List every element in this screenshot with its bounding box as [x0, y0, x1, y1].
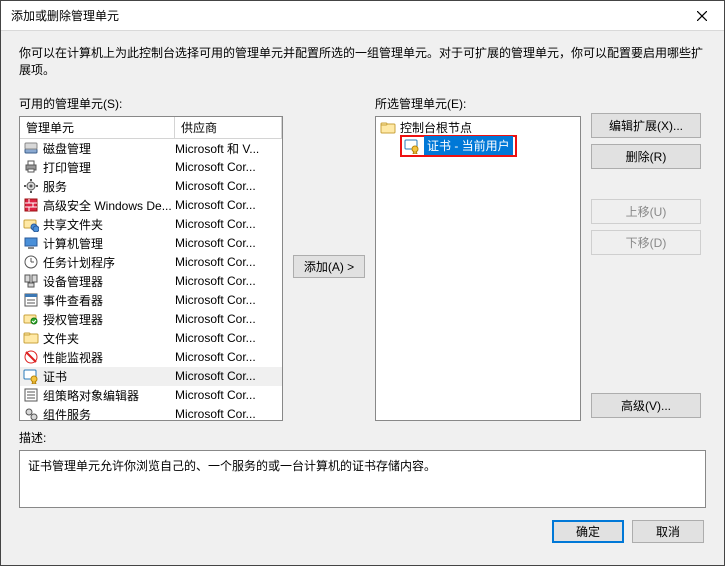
listbox-header[interactable]: 管理单元 供应商 — [20, 117, 282, 139]
selected-listbox[interactable]: 控制台根节点 证书 - 当前用户 — [375, 116, 581, 421]
intro-text: 你可以在计算机上为此控制台选择可用的管理单元并配置所选的一组管理单元。对于可扩展… — [19, 45, 706, 79]
item-vendor: Microsoft Cor... — [175, 274, 282, 288]
item-vendor: Microsoft Cor... — [175, 160, 282, 174]
window-title: 添加或删除管理单元 — [1, 7, 679, 24]
item-name: 文件夹 — [43, 330, 79, 347]
ok-button[interactable]: 确定 — [552, 520, 624, 543]
item-name: 高级安全 Windows De... — [43, 197, 172, 214]
item-name: 性能监视器 — [43, 349, 103, 366]
item-vendor: Microsoft 和 V... — [175, 140, 282, 157]
item-vendor: Microsoft Cor... — [175, 388, 282, 402]
edit-extensions-button[interactable]: 编辑扩展(X)... — [591, 113, 701, 138]
list-item[interactable]: 授权管理器 Microsoft Cor... — [20, 310, 282, 329]
auth-mgr-icon — [23, 311, 39, 327]
move-down-button: 下移(D) — [591, 230, 701, 255]
move-up-button: 上移(U) — [591, 199, 701, 224]
highlight-box: 证书 - 当前用户 — [400, 135, 517, 157]
item-name: 共享文件夹 — [43, 216, 103, 233]
dialog-content: 你可以在计算机上为此控制台选择可用的管理单元并配置所选的一组管理单元。对于可扩展… — [1, 31, 724, 565]
item-vendor: Microsoft Cor... — [175, 312, 282, 326]
folder-icon — [380, 120, 396, 136]
item-name: 计算机管理 — [43, 235, 103, 252]
close-button[interactable] — [679, 1, 724, 31]
list-item[interactable]: 任务计划程序 Microsoft Cor... — [20, 253, 282, 272]
remove-button[interactable]: 删除(R) — [591, 144, 701, 169]
description-text: 证书管理单元允许你浏览自己的、一个服务的或一台计算机的证书存储内容。 — [28, 459, 436, 473]
list-item[interactable]: 服务 Microsoft Cor... — [20, 177, 282, 196]
list-item[interactable]: 文件夹 Microsoft Cor... — [20, 329, 282, 348]
description-box: 证书管理单元允许你浏览自己的、一个服务的或一台计算机的证书存储内容。 — [19, 450, 706, 508]
list-item[interactable]: 磁盘管理 Microsoft 和 V... — [20, 139, 282, 158]
item-name: 组件服务 — [43, 406, 91, 420]
list-item[interactable]: 事件查看器 Microsoft Cor... — [20, 291, 282, 310]
selected-item-label: 证书 - 当前用户 — [424, 136, 513, 155]
item-vendor: Microsoft Cor... — [175, 331, 282, 345]
item-vendor: Microsoft Cor... — [175, 293, 282, 307]
item-name: 任务计划程序 — [43, 254, 115, 271]
list-item[interactable]: 共享文件夹 Microsoft Cor... — [20, 215, 282, 234]
item-vendor: Microsoft Cor... — [175, 198, 282, 212]
item-name: 证书 — [43, 368, 67, 385]
list-item[interactable]: 性能监视器 Microsoft Cor... — [20, 348, 282, 367]
computer-mgmt-icon — [23, 235, 39, 251]
item-vendor: Microsoft Cor... — [175, 407, 282, 420]
list-item[interactable]: 组件服务 Microsoft Cor... — [20, 405, 282, 420]
item-vendor: Microsoft Cor... — [175, 350, 282, 364]
gpo-icon — [23, 387, 39, 403]
event-viewer-icon — [23, 292, 39, 308]
shared-folder-icon — [23, 216, 39, 232]
task-scheduler-icon — [23, 254, 39, 270]
available-label: 可用的管理单元(S): — [19, 95, 283, 112]
selected-label: 所选管理单元(E): — [375, 95, 581, 112]
item-name: 组策略对象编辑器 — [43, 387, 139, 404]
list-item[interactable]: 高级安全 Windows De...Microsoft Cor... — [20, 196, 282, 215]
list-item[interactable]: 打印管理 Microsoft Cor... — [20, 158, 282, 177]
title-bar: 添加或删除管理单元 — [1, 1, 724, 31]
close-icon — [697, 11, 707, 21]
item-name: 授权管理器 — [43, 311, 103, 328]
available-listbox[interactable]: 管理单元 供应商 磁盘管理 Microsoft 和 V... 打印管理 Microso… — [19, 116, 283, 421]
item-vendor: Microsoft Cor... — [175, 217, 282, 231]
col-snapin[interactable]: 管理单元 — [20, 116, 175, 139]
disk-icon — [23, 140, 39, 156]
item-name: 磁盘管理 — [43, 140, 91, 157]
item-vendor: Microsoft Cor... — [175, 255, 282, 269]
item-vendor: Microsoft Cor... — [175, 369, 282, 383]
item-name: 事件查看器 — [43, 292, 103, 309]
add-button[interactable]: 添加(A) > — [293, 255, 365, 278]
gear-icon — [23, 178, 39, 194]
printer-icon — [23, 159, 39, 175]
item-name: 设备管理器 — [43, 273, 103, 290]
list-item[interactable]: 证书 Microsoft Cor... — [20, 367, 282, 386]
device-mgr-icon — [23, 273, 39, 289]
item-vendor: Microsoft Cor... — [175, 236, 282, 250]
certificate-icon — [404, 138, 420, 154]
description-label: 描述: — [19, 429, 706, 446]
tree-item-cert[interactable]: 证书 - 当前用户 — [378, 137, 578, 155]
list-item[interactable]: 设备管理器 Microsoft Cor... — [20, 272, 282, 291]
perfmon-icon — [23, 349, 39, 365]
item-name: 服务 — [43, 178, 67, 195]
advanced-button[interactable]: 高级(V)... — [591, 393, 701, 418]
firewall-icon — [23, 197, 39, 213]
tree-root-label: 控制台根节点 — [400, 119, 472, 136]
component-icon — [23, 406, 39, 420]
folder-icon — [23, 330, 39, 346]
item-name: 打印管理 — [43, 159, 91, 176]
cancel-button[interactable]: 取消 — [632, 520, 704, 543]
list-item[interactable]: 计算机管理 Microsoft Cor... — [20, 234, 282, 253]
item-vendor: Microsoft Cor... — [175, 179, 282, 193]
certificate-icon — [23, 368, 39, 384]
list-item[interactable]: 组策略对象编辑器 Microsoft Cor... — [20, 386, 282, 405]
col-vendor[interactable]: 供应商 — [175, 116, 282, 139]
